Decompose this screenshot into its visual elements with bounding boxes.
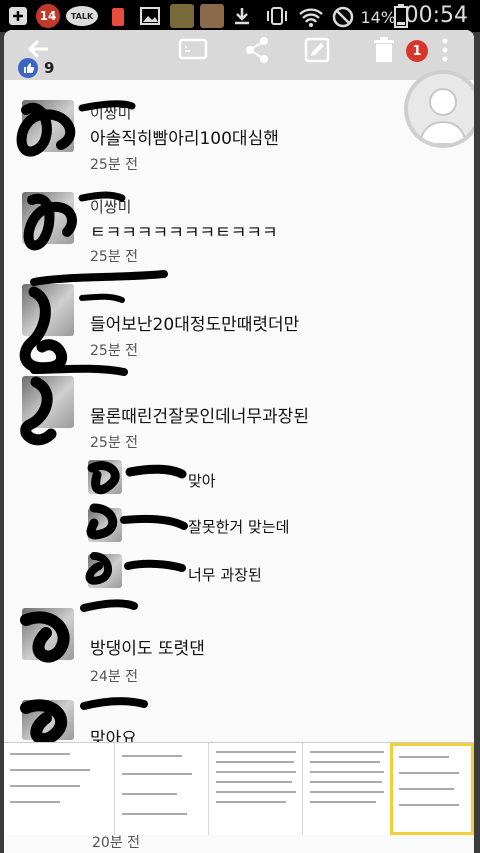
status-bar: 14 TALK 14% 00:54 — [0, 0, 480, 32]
thumbnail[interactable] — [4, 743, 115, 835]
comment-time: 25분 전 — [90, 157, 139, 173]
commenter-avatar[interactable] — [22, 376, 74, 428]
thumbnail[interactable] — [304, 743, 391, 835]
commenter-avatar[interactable] — [22, 100, 74, 152]
comment-time: 25분 전 — [90, 435, 139, 451]
commenter-avatar[interactable] — [22, 700, 74, 740]
commenter-avatar[interactable] — [22, 608, 74, 660]
redaction-scribbles — [16, 100, 188, 746]
clock: 00:54 — [404, 3, 468, 28]
thumbnail-icon — [170, 4, 194, 28]
comment-text: ㅌㅋㅋㅋㅋㅋㅋㅋㅌㅋㅋㅋ — [90, 223, 278, 243]
vibrate-icon — [267, 7, 287, 25]
reply-text: 잘못한거 맞는데 — [188, 518, 290, 536]
image-icon — [140, 7, 160, 25]
edit-icon[interactable] — [304, 36, 330, 64]
default-person-icon — [418, 88, 468, 144]
commenter-name[interactable]: 이쌍미 — [90, 102, 131, 123]
comment-time: 25분 전 — [90, 249, 139, 265]
notification-count-icon: 14 — [36, 4, 60, 28]
more-icon[interactable] — [440, 36, 450, 64]
thumbnail-selected[interactable] — [390, 743, 474, 835]
commenter-avatar[interactable] — [22, 192, 74, 244]
thumbnail[interactable] — [116, 743, 209, 835]
block-icon — [332, 6, 354, 28]
add-icon — [9, 7, 27, 25]
comment-text: 물론때린건잘못인데너무과장된 — [90, 407, 309, 427]
like-thumb-icon — [18, 58, 38, 78]
reply-avatar[interactable] — [88, 460, 122, 494]
reply-avatar[interactable] — [88, 508, 122, 542]
thumbnail-strip — [4, 742, 474, 835]
commenter-avatar[interactable] — [22, 284, 74, 336]
cast-icon[interactable] — [178, 36, 208, 64]
thumbnail[interactable] — [210, 743, 303, 835]
like-count: 9 — [44, 59, 55, 77]
delete-icon[interactable] — [372, 36, 396, 64]
reply-text: 맞아 — [188, 472, 216, 490]
battery-percent: 14% — [360, 8, 396, 27]
thumbnail-icon — [200, 4, 224, 28]
talk-icon: TALK — [66, 6, 98, 26]
battery-app-icon — [112, 8, 124, 26]
comment-text: 들어보난20대정도만때렷더만 — [90, 315, 300, 335]
photo-toolbar: 1 — [4, 30, 474, 80]
comment-text: 아솔직히빰아리100대심핸 — [90, 129, 279, 149]
comment-time: 25분 전 — [90, 343, 139, 359]
commenter-name[interactable]: 이쌍미 — [90, 196, 131, 217]
comment-time: 20분 전 — [92, 835, 141, 851]
wifi-icon — [299, 8, 323, 27]
notification-badge[interactable]: 1 — [406, 40, 428, 62]
like-summary[interactable]: 9 — [18, 58, 54, 78]
reply-text: 너무 과장된 — [188, 566, 262, 584]
comment-time: 24분 전 — [90, 669, 139, 685]
download-icon — [235, 8, 249, 25]
profile-avatar[interactable] — [404, 70, 474, 148]
share-icon[interactable] — [244, 36, 270, 64]
comment-text: 방댕이도 또렷댄 — [90, 639, 205, 659]
reply-avatar[interactable] — [88, 554, 122, 588]
photo-comments-screen: 1 9 이쌍미 아솔직히빰아리100대심핸 25분 전 이쌍미 ㅌㅋㅋㅋㅋㅋㅋㅋ… — [4, 30, 474, 853]
